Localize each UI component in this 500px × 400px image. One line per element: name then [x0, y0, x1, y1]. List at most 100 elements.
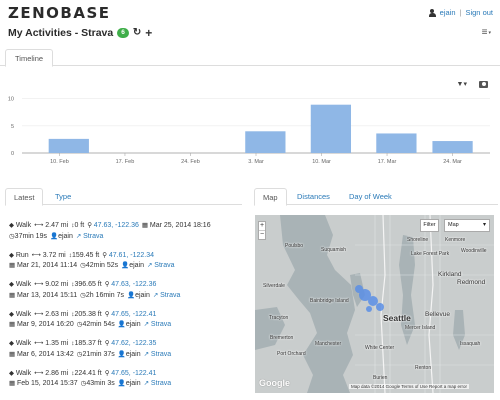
map-label-woodinville: Woodinville — [461, 248, 487, 254]
x-tick-label: 24. Mar — [443, 159, 462, 165]
map-filter-button[interactable]: Filter — [420, 219, 439, 232]
bar — [48, 138, 89, 153]
map-label-lake-forest: Lake Forest Park — [411, 251, 450, 257]
list-item: ◆ Walk ⟷ 2.47 mi ↕0 ft ⚲ 47.63, -122.36 ▦ Ma… — [9, 221, 245, 242]
activity-source-link[interactable]: Strava — [83, 233, 103, 240]
external-link-icon: ↗ — [143, 350, 151, 358]
left-tabs: Latest Type — [5, 188, 242, 206]
tab-type[interactable]: Type — [47, 188, 79, 206]
signout-link[interactable]: Sign out — [465, 8, 493, 17]
map-label-port-orchard: Port Orchard — [277, 351, 306, 357]
activity-date: Mar 9, 2014 16:20 — [16, 321, 74, 328]
map-credit[interactable]: Map data ©2014 Google Terms of Use Repor… — [349, 384, 470, 389]
username-link[interactable]: ejain — [440, 8, 456, 17]
map-label-seattle: Seattle — [383, 313, 411, 323]
app-logo[interactable]: ZENOBASE — [8, 4, 111, 22]
map-label-kirkland: Kirkland — [438, 271, 462, 278]
tab-timeline[interactable]: Timeline — [5, 49, 54, 67]
user-icon — [428, 8, 436, 17]
external-link-icon: ↗ — [143, 321, 151, 328]
bar — [245, 131, 286, 153]
page-title: My Activities - Strava — [8, 27, 114, 39]
activity-user: ejain — [125, 350, 141, 358]
map-label-shoreline: Shoreline — [407, 237, 429, 243]
activity-date: Feb 15, 2014 15:37 — [16, 380, 78, 387]
user-icon: 👤 — [117, 350, 126, 358]
refresh-icon[interactable]: ↻ — [133, 28, 141, 38]
filter-dropdown-icon[interactable]: ▼▾ — [457, 80, 467, 88]
activity-type: Walk — [15, 310, 32, 318]
tab-map[interactable]: Map — [254, 188, 287, 206]
bar — [432, 141, 473, 153]
calendar-icon: ▦ — [9, 262, 17, 269]
list-item: ◆ Run ⟷ 3.72 mi ↕159.45 ft ⚲ 47.61, -122.34… — [9, 251, 245, 272]
map-view[interactable]: Shoreline Kenmore Woodinville Suquamish … — [255, 215, 494, 393]
tab-latest[interactable]: Latest — [5, 188, 44, 206]
activity-distance: 2.47 mi — [45, 222, 69, 229]
add-icon[interactable]: + — [145, 27, 152, 39]
tab-day-of-week[interactable]: Day of Week — [341, 188, 400, 206]
map-label-burien: Burien — [373, 375, 388, 381]
map-label-bainbridge: Bainbridge Island — [310, 298, 349, 304]
map-label-mercer: Mercer Island — [405, 325, 436, 331]
map-label-renton: Renton — [415, 365, 432, 371]
activity-elevation: 185.37 ft — [74, 340, 102, 347]
activity-location-link[interactable]: 47.62, -122.35 — [111, 340, 156, 347]
activity-distance: 2.63 mi — [45, 310, 69, 318]
map-type-select[interactable]: Map — [444, 219, 490, 232]
y-tick-label: 0 — [11, 151, 14, 157]
x-tick-label: 3. Mar — [248, 159, 264, 165]
activity-type: Walk — [15, 281, 32, 288]
chart-toolbar: ▼▾ — [457, 80, 488, 88]
timeline-chart: 0 5 10 10. Feb 17. Feb 24. Feb 3. Mar 10. Mar 17… — [8, 97, 490, 165]
activity-source-link[interactable]: Strava — [151, 380, 171, 387]
map-zoom-control: + − — [258, 221, 266, 240]
activity-duration: 43min 3s — [86, 380, 115, 387]
user-icon: 👤 — [121, 262, 130, 269]
activity-date: Mar 21, 2014 11:14 — [16, 262, 78, 269]
map-label-silverdale: Silverdale — [263, 283, 285, 289]
calendar-icon: ▦ — [9, 350, 17, 358]
tag-icon: ◆ — [9, 310, 16, 318]
activity-duration: 21min 37s — [82, 350, 115, 358]
tag-icon: ◆ — [9, 222, 16, 229]
activity-source-link[interactable]: Strava — [160, 292, 180, 299]
list-item: ◆ Walk ⟷ 2.63 mi ↕205.38 ft ⚲ 47.65, -122.4… — [9, 310, 245, 331]
location-icon: ⚲ — [87, 222, 94, 229]
activity-location-link[interactable]: 47.61, -122.34 — [109, 252, 154, 259]
activity-source-link[interactable]: Strava — [154, 262, 174, 269]
activity-location-link[interactable]: 47.65, -122.41 — [111, 370, 156, 377]
activity-location-link[interactable]: 47.63, -122.36 — [94, 222, 139, 229]
activity-type: Walk — [15, 340, 32, 347]
location-icon: ⚲ — [102, 251, 109, 259]
zoom-in-button[interactable]: + — [259, 222, 265, 230]
x-tick-label: 17. Feb — [116, 159, 135, 165]
calendar-icon: ▦ — [141, 222, 150, 229]
user-icon: 👤 — [49, 232, 59, 240]
activity-type: Walk — [15, 222, 32, 229]
tag-icon: ◆ — [9, 281, 16, 288]
activity-location-link[interactable]: 47.65, -122.41 — [111, 311, 156, 318]
tab-distances[interactable]: Distances — [289, 188, 338, 206]
y-tick-label: 10 — [8, 97, 14, 103]
activity-elevation: 0 ft — [74, 222, 85, 229]
activity-location-link[interactable]: 47.63, -122.36 — [111, 281, 156, 288]
activity-source-link[interactable]: Strava — [151, 351, 171, 358]
map-label-poulsbo: Poulsbo — [285, 243, 304, 249]
tag-icon: ◆ — [9, 340, 16, 347]
distance-icon: ⟷ — [34, 369, 46, 377]
y-tick-label: 5 — [11, 124, 14, 130]
zoom-out-button[interactable]: − — [259, 230, 265, 239]
activity-distance: 3.72 mi — [42, 251, 66, 259]
x-tick-label: 10. Mar — [312, 159, 331, 165]
menu-icon[interactable]: ≡ ▾ — [482, 27, 491, 38]
activity-distance: 1.35 mi — [45, 340, 69, 347]
map-label-tracyton: Tracyton — [269, 315, 289, 321]
list-item: ◆ Walk ⟷ 9.02 mi ↕396.65 ft ⚲ 47.63, -122.3… — [9, 280, 245, 301]
activity-source-link[interactable]: Strava — [151, 321, 171, 328]
activity-duration: 42min 52s — [85, 262, 119, 269]
activity-elevation: 224.41 ft — [74, 369, 102, 377]
x-tick-label: 10. Feb — [50, 159, 69, 165]
camera-icon[interactable] — [479, 80, 488, 88]
separator: | — [459, 8, 462, 17]
